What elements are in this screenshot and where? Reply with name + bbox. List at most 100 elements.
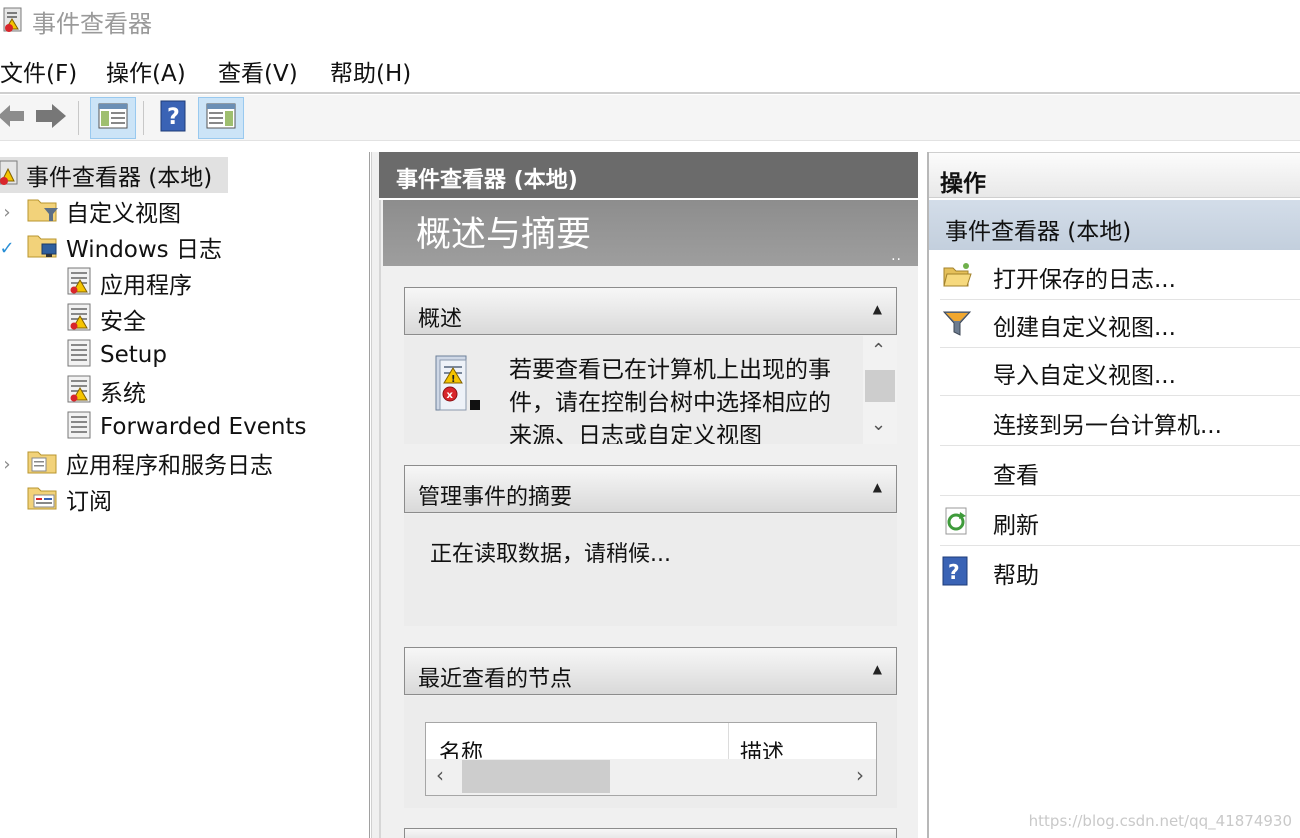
tree-label-system: 系统 bbox=[100, 381, 146, 407]
menu-action[interactable]: 操作(A) bbox=[106, 54, 186, 88]
summary-section-header[interactable]: 管理事件的摘要 ▲ bbox=[404, 465, 897, 513]
menu-bar: 文件(F) 操作(A) 查看(V) 帮助(H) bbox=[0, 50, 1300, 90]
refresh-icon bbox=[942, 506, 972, 536]
scroll-thumb[interactable] bbox=[865, 370, 895, 402]
recent-nodes-table: 名称 描述 ‹ › bbox=[425, 722, 877, 796]
forward-button[interactable] bbox=[28, 97, 74, 139]
menu-file[interactable]: 文件(F) bbox=[0, 54, 77, 88]
expand-arrow-icon[interactable]: › bbox=[0, 454, 14, 475]
actions-group-header[interactable]: 事件查看器 (本地) bbox=[929, 200, 1300, 250]
event-log-warning-icon: ! x bbox=[428, 352, 488, 422]
tree-item-application[interactable]: 应用程序 bbox=[66, 265, 192, 301]
menu-help[interactable]: 帮助(H) bbox=[330, 54, 411, 88]
tree-item-forwarded-events[interactable]: Forwarded Events bbox=[66, 409, 306, 445]
filter-icon bbox=[942, 308, 972, 338]
console-tree: 事件查看器 (本地) › 自定义视图 ✓ Windows 日志 应用程序 安全 … bbox=[0, 152, 370, 838]
scroll-up-icon[interactable]: ⌃ bbox=[871, 340, 886, 361]
tree-label-forwarded-events: Forwarded Events bbox=[100, 414, 307, 440]
tree-item-system[interactable]: 系统 bbox=[66, 373, 146, 409]
collapse-icon[interactable]: ▲ bbox=[873, 480, 882, 494]
actions-group-title: 事件查看器 (本地) bbox=[945, 219, 1132, 245]
svg-text:x: x bbox=[447, 390, 454, 401]
tree-item-app-service-logs[interactable]: 应用程序和服务日志 bbox=[26, 445, 273, 481]
tree-item-security[interactable]: 安全 bbox=[66, 301, 146, 337]
recent-section-body: 名称 描述 ‹ › bbox=[404, 696, 897, 808]
tree-item-root[interactable]: 事件查看器 (本地) bbox=[0, 157, 228, 193]
event-viewer-icon bbox=[0, 159, 20, 191]
banner-title: 概述与摘要 bbox=[416, 215, 592, 255]
tree-label-security: 安全 bbox=[100, 309, 146, 335]
overview-scrollbar[interactable]: ⌃ ⌄ bbox=[863, 336, 897, 444]
scroll-thumb[interactable] bbox=[462, 760, 610, 793]
collapse-icon[interactable]: ▲ bbox=[873, 302, 882, 316]
action-label: 查看 bbox=[993, 463, 1039, 489]
svg-text:!: ! bbox=[451, 374, 456, 385]
action-create-custom-view[interactable]: 创建自定义视图... bbox=[940, 298, 1300, 348]
help-icon: ? bbox=[942, 556, 972, 586]
summary-loading-text: 正在读取数据，请稍候... bbox=[430, 542, 671, 567]
action-label: 打开保存的日志... bbox=[993, 267, 1176, 293]
log-icon bbox=[66, 338, 94, 372]
actions-header: 操作 bbox=[929, 152, 1300, 198]
tree-label-setup: Setup bbox=[100, 342, 167, 368]
event-viewer-app-icon bbox=[2, 6, 26, 38]
tree-item-windows-logs[interactable]: Windows 日志 bbox=[26, 229, 222, 265]
expand-arrow-icon[interactable]: › bbox=[0, 202, 14, 223]
overview-description: 若要查看已在计算机上出现的事件，请在控制台树中选择相应的来源、日志或自定义视图 bbox=[509, 357, 831, 444]
toolbar-separator bbox=[143, 101, 144, 135]
folder-filter-icon bbox=[26, 194, 60, 228]
next-section-header[interactable] bbox=[404, 828, 897, 838]
recent-hscrollbar[interactable]: ‹ › bbox=[426, 759, 876, 795]
svg-text:?: ? bbox=[167, 105, 180, 130]
tree-item-subscriptions[interactable]: 订阅 bbox=[26, 481, 112, 517]
tree-label-custom-views: 自定义视图 bbox=[66, 201, 181, 227]
title-bar: 事件查看器 bbox=[0, 0, 1300, 40]
show-hide-actions-button[interactable] bbox=[198, 97, 244, 139]
menu-view[interactable]: 查看(V) bbox=[218, 54, 298, 88]
actions-title: 操作 bbox=[940, 171, 986, 197]
actions-pane: 操作 事件查看器 (本地) 打开保存的日志... 创建自定义视图... 导入自定… bbox=[927, 152, 1300, 838]
collapse-arrow-icon[interactable]: ✓ bbox=[0, 238, 15, 259]
action-pane-icon bbox=[206, 103, 236, 133]
overview-section-title: 概述 bbox=[418, 307, 463, 332]
scroll-left-icon[interactable]: ‹ bbox=[436, 763, 444, 787]
tree-label-app-service-logs: 应用程序和服务日志 bbox=[66, 453, 273, 479]
action-label: 连接到另一台计算机... bbox=[993, 413, 1222, 439]
action-label: 刷新 bbox=[993, 513, 1039, 539]
toolbar-separator bbox=[78, 101, 79, 135]
action-import-custom-view[interactable]: 导入自定义视图... bbox=[940, 346, 1300, 396]
overview-banner: 概述与摘要 .. bbox=[383, 200, 918, 266]
log-warning-icon bbox=[66, 302, 94, 336]
action-view[interactable]: 查看 bbox=[940, 446, 1300, 496]
log-icon bbox=[66, 410, 94, 444]
collapse-icon[interactable]: ▲ bbox=[873, 662, 882, 676]
help-button[interactable]: ? bbox=[150, 97, 196, 139]
scroll-down-icon[interactable]: ⌄ bbox=[871, 414, 886, 435]
forward-arrow-icon bbox=[34, 102, 68, 134]
column-divider[interactable] bbox=[728, 723, 729, 761]
log-warning-icon bbox=[66, 374, 94, 408]
action-connect-computer[interactable]: 连接到另一台计算机... bbox=[940, 396, 1300, 446]
action-label: 导入自定义视图... bbox=[993, 363, 1176, 389]
menu-divider bbox=[0, 92, 1300, 94]
toolbar: ? bbox=[0, 95, 1300, 141]
overview-section-header[interactable]: 概述 ▲ bbox=[404, 287, 897, 335]
action-help[interactable]: ? 帮助 bbox=[940, 546, 1300, 596]
back-arrow-icon bbox=[0, 103, 26, 133]
summary-section-title: 管理事件的摘要 bbox=[418, 485, 573, 510]
console-tree-icon bbox=[98, 103, 128, 133]
pane-splitter[interactable] bbox=[371, 152, 379, 838]
banner-more-icon[interactable]: .. bbox=[891, 248, 902, 264]
action-open-saved-log[interactable]: 打开保存的日志... bbox=[940, 250, 1300, 300]
action-refresh[interactable]: 刷新 bbox=[940, 496, 1300, 546]
action-label: 帮助 bbox=[993, 563, 1039, 589]
svg-text:?: ? bbox=[948, 560, 960, 584]
folder-computer-icon bbox=[26, 230, 60, 264]
show-hide-tree-button[interactable] bbox=[90, 97, 136, 139]
tree-item-custom-views[interactable]: 自定义视图 bbox=[26, 193, 181, 229]
recent-section-header[interactable]: 最近查看的节点 ▲ bbox=[404, 647, 897, 695]
tree-item-setup[interactable]: Setup bbox=[66, 337, 167, 373]
scroll-right-icon[interactable]: › bbox=[856, 763, 864, 787]
center-header: 事件查看器 (本地) bbox=[379, 152, 918, 198]
overview-section-body: ! x 若要查看已在计算机上出现的事件，请在控制台树中选择相应的来源、日志或自定… bbox=[404, 336, 897, 444]
